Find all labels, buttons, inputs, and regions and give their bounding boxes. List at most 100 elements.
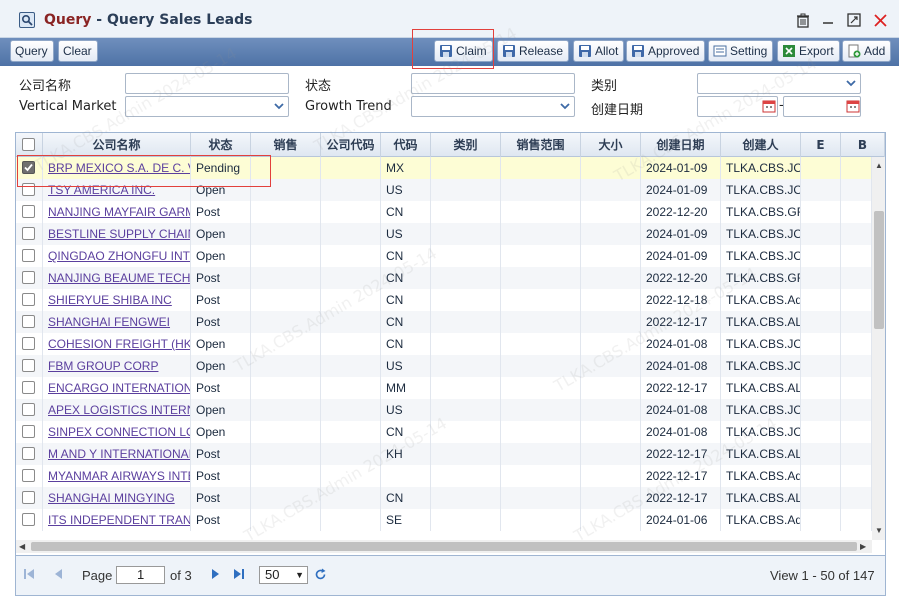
setting-button[interactable]: Setting [708,40,774,62]
calendar-icon[interactable] [846,99,860,113]
table-row[interactable]: BRP MEXICO S.A. DE C. V. Pending MX 2024-01… [16,157,872,179]
company-cell[interactable]: SINPEX CONNECTION LOGISTICS [43,421,191,443]
table-row[interactable]: ITS INDEPENDENT TRANSPORTPost SE 2024-01-0… [16,509,872,531]
company-cell[interactable]: SHIERYUE SHIBA INC [43,289,191,311]
trash-icon[interactable] [794,11,812,29]
column-header-company-code[interactable]: 公司代码 [321,133,381,157]
table-row[interactable]: QINGDAO ZHONGFU INTL Open CN 2024-01-09 TLKA… [16,245,872,267]
row-checkbox[interactable] [22,315,35,328]
scroll-left-arrow-icon[interactable]: ◀ [19,542,25,552]
column-header-sales[interactable]: 销售 [251,133,321,157]
horizontal-scroll-thumb[interactable] [31,542,857,551]
calendar-icon[interactable] [762,99,776,113]
column-header-category[interactable]: 类别 [431,133,501,157]
company-cell[interactable]: APEX LOGISTICS INTERNATIONAL [43,399,191,421]
first-page-icon[interactable] [23,568,35,583]
table-row[interactable]: SHIERYUE SHIBA INC Post CN 2022-12-18 TLKA.C… [16,289,872,311]
status-input[interactable] [411,73,575,94]
company-cell[interactable]: ENCARGO INTERNATIONAL [43,377,191,399]
row-checkbox[interactable] [22,359,35,372]
row-checkbox[interactable] [22,293,35,306]
table-row[interactable]: ENCARGO INTERNATIONALPost MM 2022-12-17TLK… [16,377,872,399]
page-number-input[interactable]: 1 [116,566,165,584]
release-button[interactable]: Release [497,40,570,62]
allot-button[interactable]: Allot [573,40,625,62]
company-cell[interactable]: FBM GROUP CORP [43,355,191,377]
prev-page-icon[interactable] [53,568,65,583]
vertical-scrollbar[interactable]: ▲ ▼ [872,157,885,540]
page-size-select[interactable]: 50 ▼ [259,566,308,584]
column-header-sales-range[interactable]: 销售范围 [501,133,581,157]
table-row[interactable]: SHANGHAI MINGYING Post CN 2022-12-17 TLKA.CB… [16,487,872,509]
horizontal-scrollbar[interactable]: ◀ ▶ [16,540,872,553]
company-cell[interactable]: COHESION FREIGHT (HK) [43,333,191,355]
table-row[interactable]: FBM GROUP CORP Open US 2024-01-08 TLKA.CBS.J… [16,355,872,377]
maximize-icon[interactable] [845,11,863,29]
claim-button[interactable]: Claim [434,40,493,62]
query-button[interactable]: Query [10,40,54,62]
column-header-created-date[interactable]: 创建日期 [641,133,721,157]
table-row[interactable]: M AND Y INTERNATIONAL Post KH 2022-12-17 TLK… [16,443,872,465]
row-checkbox[interactable] [22,183,35,196]
column-header-e[interactable]: E [801,133,841,157]
table-row[interactable]: COHESION FREIGHT (HK) Open CN 2024-01-08 TLK… [16,333,872,355]
column-header-status[interactable]: 状态 [191,133,251,157]
row-checkbox[interactable] [22,381,35,394]
company-cell[interactable]: NANJING BEAUME TECH [43,267,191,289]
row-checkbox[interactable] [22,271,35,284]
close-icon[interactable] [871,11,889,29]
company-cell[interactable]: MYANMAR AIRWAYS INTERNATIONAL [43,465,191,487]
add-button[interactable]: Add [842,40,892,62]
column-header-code[interactable]: 代码 [381,133,431,157]
growth-trend-select[interactable] [411,96,575,117]
row-checkbox[interactable] [22,249,35,262]
next-page-icon[interactable] [209,568,221,583]
company-cell[interactable]: SHANGHAI FENGWEI [43,311,191,333]
minimize-icon[interactable] [819,11,837,29]
company-cell[interactable]: M AND Y INTERNATIONAL [43,443,191,465]
company-cell[interactable]: TSY AMERICA INC. [43,179,191,201]
refresh-icon[interactable] [314,568,327,584]
table-row[interactable]: NANJING BEAUME TECH Post CN 2022-12-20 TLKA.… [16,267,872,289]
vertical-market-select[interactable] [125,96,289,117]
export-button[interactable]: Export [777,40,840,62]
company-cell[interactable]: SHANGHAI MINGYING [43,487,191,509]
row-checkbox[interactable] [22,205,35,218]
table-row[interactable]: NANJING MAYFAIR GARMENTPost CN 2022-12-20T… [16,201,872,223]
row-checkbox[interactable] [22,513,35,526]
table-row[interactable]: MYANMAR AIRWAYS INTERNATIONALPost 2022-12… [16,465,872,487]
last-page-icon[interactable] [233,568,245,583]
company-cell[interactable]: QINGDAO ZHONGFU INTL [43,245,191,267]
company-cell[interactable]: BESTLINE SUPPLY CHAIN [43,223,191,245]
company-cell[interactable]: NANJING MAYFAIR GARMENT [43,201,191,223]
row-checkbox[interactable] [22,161,35,174]
table-row[interactable]: SHANGHAI FENGWEI Post CN 2022-12-17 TLKA.CBS… [16,311,872,333]
column-header-creator[interactable]: 创建人 [721,133,801,157]
company-cell[interactable]: ITS INDEPENDENT TRANSPORT [43,509,191,531]
row-checkbox[interactable] [22,403,35,416]
column-header-b[interactable]: B [841,133,885,157]
vertical-scroll-thumb[interactable] [874,211,884,329]
table-row[interactable]: APEX LOGISTICS INTERNATIONALOpen US 2024-0… [16,399,872,421]
column-header-size[interactable]: 大小 [581,133,641,157]
scroll-up-arrow-icon[interactable]: ▲ [875,161,883,171]
scroll-down-arrow-icon[interactable]: ▼ [875,526,883,536]
row-checkbox[interactable] [22,227,35,240]
table-row[interactable]: SINPEX CONNECTION LOGISTICSOpen CN 2024-01… [16,421,872,443]
code-cell: SE [381,509,431,531]
row-checkbox[interactable] [22,469,35,482]
company-name-input[interactable] [125,73,289,94]
company-cell[interactable]: BRP MEXICO S.A. DE C. V. [43,157,191,179]
table-row[interactable]: TSY AMERICA INC. Open US 2024-01-09 TLKA.CBS… [16,179,872,201]
column-header-company[interactable]: 公司名称 [43,133,191,157]
table-row[interactable]: BESTLINE SUPPLY CHAIN Open US 2024-01-09 TLK… [16,223,872,245]
row-checkbox[interactable] [22,425,35,438]
row-checkbox[interactable] [22,447,35,460]
row-checkbox[interactable] [22,337,35,350]
row-checkbox[interactable] [22,491,35,504]
select-all-checkbox[interactable] [22,138,35,151]
category-select[interactable] [697,73,861,94]
clear-button[interactable]: Clear [58,40,98,62]
scroll-right-arrow-icon[interactable]: ▶ [860,542,866,552]
approved-button[interactable]: Approved [626,40,706,62]
